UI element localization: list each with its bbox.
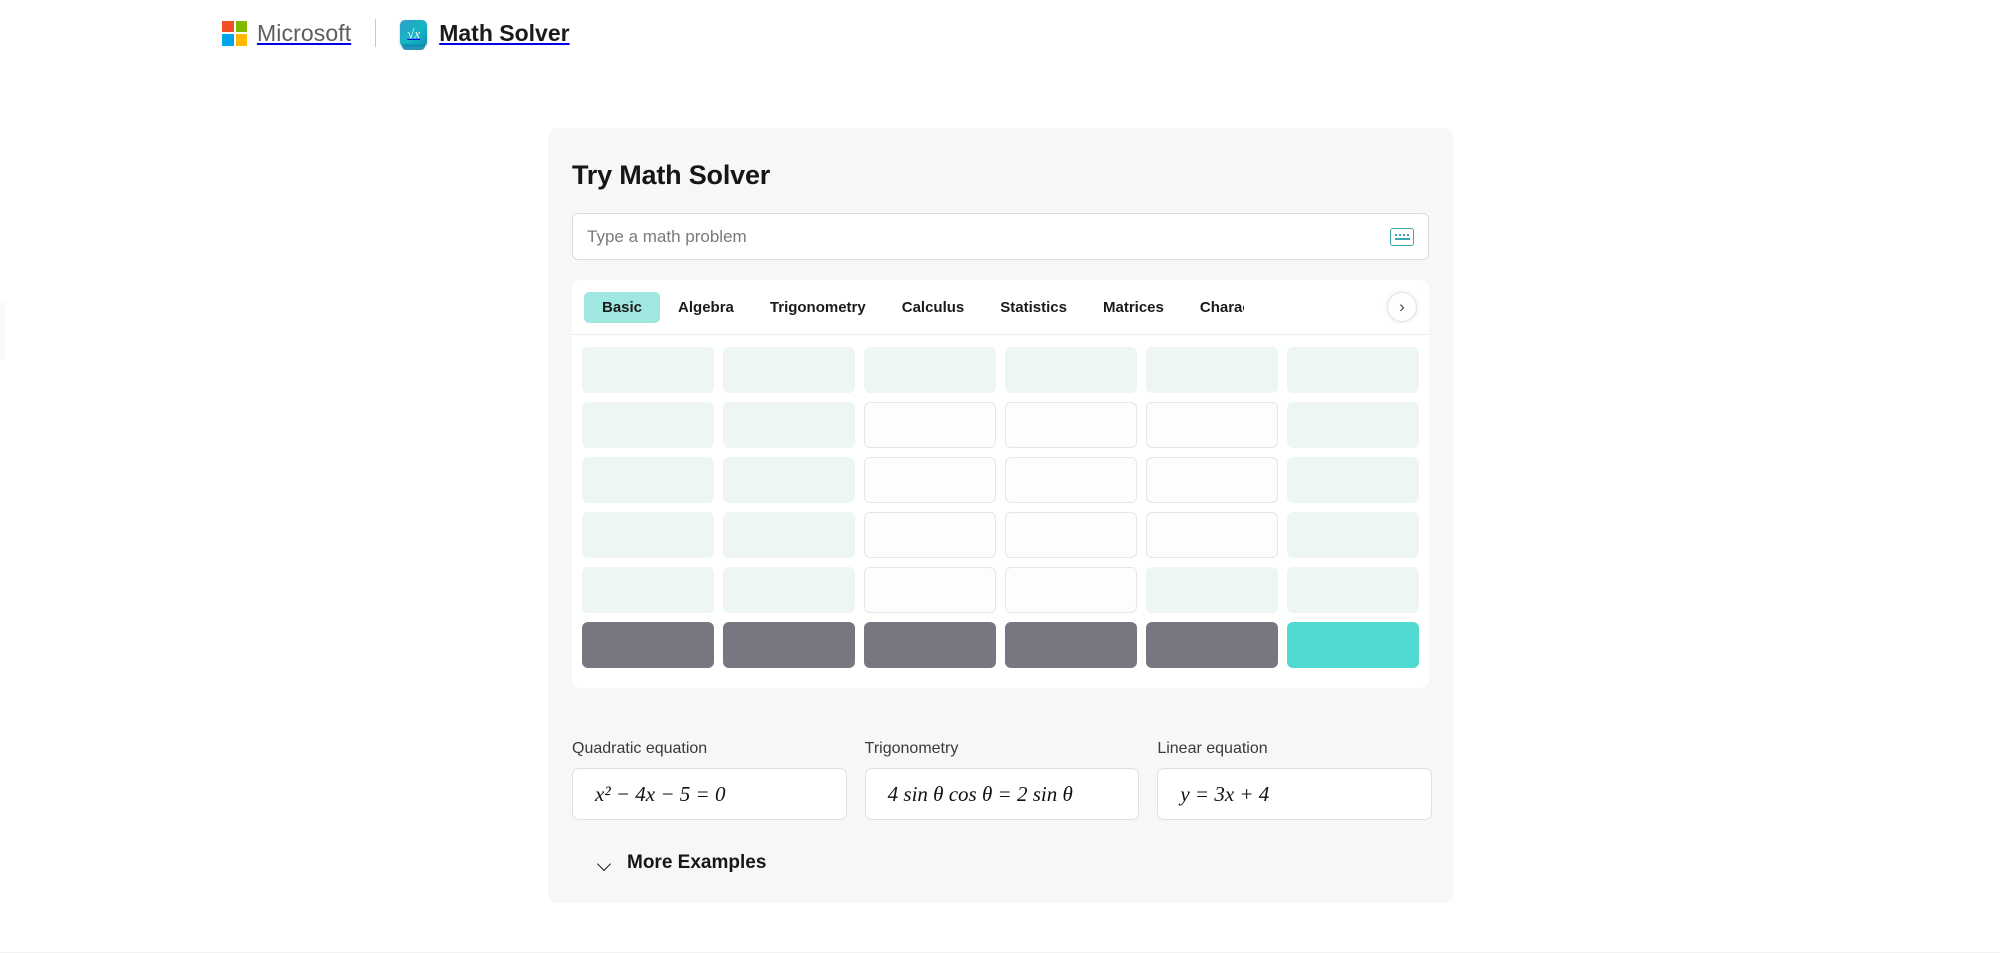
example-label: Quadratic equation	[572, 740, 708, 757]
tab-algebra[interactable]: Algebra	[660, 292, 752, 323]
keypad-key[interactable]	[1287, 567, 1419, 613]
example-formula: x² − 4x − 5 = 0	[595, 781, 726, 806]
example-formula: 4 sin θ cos θ = 2 sin θ	[887, 781, 1073, 806]
example-linear-equation: Linear equation y = 3x + 4	[1157, 740, 1432, 820]
keypad-key[interactable]	[864, 347, 996, 393]
more-examples-button[interactable]: More Examples	[598, 852, 766, 874]
keypad-key[interactable]	[1287, 402, 1419, 448]
tab-calculus[interactable]: Calculus	[884, 292, 983, 323]
tab-matrices[interactable]: Matrices	[1085, 292, 1182, 323]
chevron-right-icon[interactable]: ›	[1387, 292, 1417, 322]
top-navigation-bar: Microsoft √x Math Solver	[0, 0, 2000, 66]
example-card[interactable]: 4 sin θ cos θ = 2 sin θ	[864, 768, 1140, 820]
microsoft-home-link[interactable]: Microsoft	[222, 20, 351, 47]
example-label: Linear equation	[1157, 740, 1268, 757]
keypad-key[interactable]	[723, 512, 855, 558]
keypad-key[interactable]	[1287, 512, 1419, 558]
keypad-key[interactable]	[582, 457, 714, 503]
keypad-key[interactable]	[582, 402, 714, 448]
keypad-key[interactable]	[1005, 622, 1137, 668]
keypad-key[interactable]	[1005, 567, 1137, 613]
keypad-key[interactable]	[1146, 567, 1278, 613]
example-label: Trigonometry	[864, 740, 959, 757]
keypad-key[interactable]	[1146, 347, 1278, 393]
keypad-key[interactable]	[1287, 347, 1419, 393]
keypad-key[interactable]	[1146, 402, 1278, 448]
keypad-key[interactable]	[723, 567, 855, 613]
page-title: Try Math Solver	[572, 160, 771, 190]
header-divider	[375, 19, 377, 47]
math-solver-home-link[interactable]: √x Math Solver	[400, 19, 570, 50]
keypad-key[interactable]	[864, 567, 996, 613]
example-quadratic-equation: Quadratic equation x² − 4x − 5 = 0	[572, 740, 847, 820]
keyboard-icon[interactable]	[1390, 227, 1414, 246]
keypad-key[interactable]	[1005, 347, 1137, 393]
keypad-key[interactable]	[1005, 512, 1137, 558]
math-keypad-panel: Basic Algebra Trigonometry Calculus Stat…	[572, 280, 1429, 688]
example-card[interactable]: y = 3x + 4	[1157, 768, 1432, 820]
keypad-key[interactable]	[1146, 457, 1278, 503]
keypad-key[interactable]	[582, 512, 714, 558]
math-problem-input-container[interactable]	[572, 213, 1429, 260]
keypad-key[interactable]	[1005, 402, 1137, 448]
more-examples-label: More Examples	[627, 852, 767, 873]
example-formula: y = 3x + 4	[1180, 781, 1270, 806]
keypad-key[interactable]	[864, 402, 996, 448]
examples-section: Quadratic equation x² − 4x − 5 = 0 Trigo…	[572, 740, 1432, 820]
keypad-key[interactable]	[1146, 512, 1278, 558]
chevron-down-icon	[598, 856, 613, 871]
keypad-key-grid	[572, 335, 1429, 680]
keypad-key[interactable]	[723, 347, 855, 393]
keypad-key[interactable]	[864, 622, 996, 668]
keypad-key[interactable]	[723, 622, 855, 668]
keypad-key[interactable]	[864, 457, 996, 503]
keypad-tab-bar: Basic Algebra Trigonometry Calculus Stat…	[572, 280, 1429, 335]
page-edge-artifact	[0, 302, 5, 360]
example-card[interactable]: x² − 4x − 5 = 0	[572, 768, 847, 820]
keypad-key[interactable]	[582, 567, 714, 613]
keypad-key[interactable]	[1146, 622, 1278, 668]
tab-basic[interactable]: Basic	[584, 291, 661, 323]
keypad-key[interactable]	[1005, 457, 1137, 503]
example-trigonometry: Trigonometry 4 sin θ cos θ = 2 sin θ	[864, 740, 1140, 820]
keypad-key[interactable]	[723, 402, 855, 448]
search-input[interactable]	[587, 226, 1390, 247]
keypad-key[interactable]	[582, 347, 714, 393]
microsoft-logo-icon	[222, 20, 247, 46]
keypad-key[interactable]	[582, 622, 714, 668]
tab-trigonometry[interactable]: Trigonometry	[752, 292, 884, 323]
tab-statistics[interactable]: Statistics	[982, 292, 1085, 323]
math-solver-app-icon: √x	[400, 19, 428, 50]
examples-grid: Quadratic equation x² − 4x − 5 = 0 Trigo…	[572, 740, 1432, 820]
keypad-key[interactable]	[723, 457, 855, 503]
tab-characters[interactable]: Charac	[1182, 292, 1244, 323]
keypad-key[interactable]	[864, 512, 996, 558]
keypad-key[interactable]	[1287, 622, 1419, 668]
microsoft-wordmark: Microsoft	[257, 19, 352, 46]
app-icon-glyph: √x	[407, 25, 421, 41]
app-title: Math Solver	[439, 19, 570, 46]
keypad-key[interactable]	[1287, 457, 1419, 503]
